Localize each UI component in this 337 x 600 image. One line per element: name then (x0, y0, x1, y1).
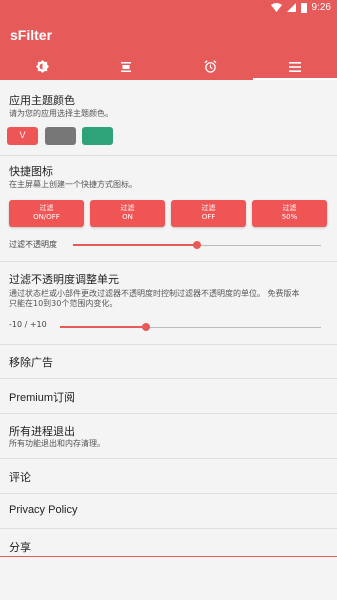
adjust-unit-title: 过滤不透明度调整单元 (9, 274, 119, 286)
menu-icon (288, 61, 301, 72)
premium-item[interactable]: Premium订阅 (9, 389, 75, 405)
shortcut-subtitle: 在主屏幕上创建一个快捷方式图标。 (9, 180, 137, 189)
status-icons: 9:26 (270, 2, 331, 13)
button-line2: ON/OFF (33, 213, 60, 221)
remove-ads-item[interactable]: 移除广告 (9, 354, 53, 370)
button-line1: 过滤 (39, 204, 54, 212)
status-bar: 9:26 (0, 0, 337, 16)
divider (0, 413, 337, 414)
button-line1: 过滤 (201, 204, 216, 212)
tab-menu[interactable] (252, 53, 337, 80)
theme-swatch-green[interactable] (82, 127, 113, 145)
share-item[interactable]: 分享 (9, 539, 31, 555)
button-line2: OFF (201, 213, 216, 221)
button-line1: 过滤 (120, 204, 135, 212)
theme-title: 应用主题颜色 (9, 95, 75, 107)
shortcut-onoff-button[interactable]: 过滤 ON/OFF (9, 200, 84, 227)
adjust-range-label: -10 / +10 (9, 320, 47, 329)
shortcut-title: 快捷图标 (9, 166, 53, 178)
adjust-unit-subtitle-2: 只能在10到30个范围内变化。 (9, 299, 118, 308)
divider (0, 344, 337, 345)
tab-filter-toggle[interactable] (84, 53, 168, 80)
adjust-unit-subtitle-1: 通过状态栏或小部件更改过滤器不透明度时控制过滤器不透明度的单位。 免费版本 (9, 289, 300, 298)
shortcut-50-button[interactable]: 过滤 50% (252, 200, 327, 227)
divider (0, 458, 337, 459)
battery-icon (300, 2, 307, 13)
tab-brightness[interactable] (0, 53, 84, 80)
divider (0, 378, 337, 379)
button-line2: 50% (281, 213, 298, 221)
adjust-slider-thumb[interactable] (142, 323, 150, 331)
theme-swatch-gray[interactable] (45, 127, 76, 145)
opacity-label: 过滤不透明度 (9, 240, 57, 249)
divider (0, 155, 337, 156)
opacity-slider-fill (73, 244, 197, 246)
app-title: sFilter (10, 27, 53, 43)
app-bar: sFilter (0, 16, 337, 80)
alarm-icon (204, 60, 217, 73)
shortcut-off-button[interactable]: 过滤 OFF (171, 200, 246, 227)
divider (0, 261, 337, 262)
adjust-slider-fill (60, 326, 146, 328)
wifi-icon (270, 3, 282, 12)
share-underline (0, 556, 337, 557)
tab-bar (0, 53, 337, 80)
divider (0, 493, 337, 494)
exit-all-subtitle: 所有功能退出和内存清理。 (9, 439, 105, 448)
shortcut-on-button[interactable]: 过滤 ON (90, 200, 165, 227)
brightness-icon (35, 60, 49, 73)
button-line2: ON (122, 213, 133, 221)
review-item[interactable]: 评论 (9, 469, 31, 485)
divider (0, 528, 337, 529)
selected-mark: V (19, 130, 26, 140)
signal-icon (286, 3, 296, 12)
opacity-slider-thumb[interactable] (193, 241, 201, 249)
button-line1: 过滤 (282, 204, 297, 212)
tab-alarm[interactable] (169, 53, 253, 80)
exit-all-item[interactable]: 所有进程退出 (9, 423, 75, 439)
filter-toggle-icon (121, 61, 132, 72)
theme-subtitle: 请为您的应用选择主题颜色。 (9, 109, 113, 118)
privacy-policy-item[interactable]: Privacy Policy (9, 504, 77, 516)
status-time: 9:26 (311, 2, 331, 13)
theme-swatch-red[interactable]: V (7, 127, 38, 145)
